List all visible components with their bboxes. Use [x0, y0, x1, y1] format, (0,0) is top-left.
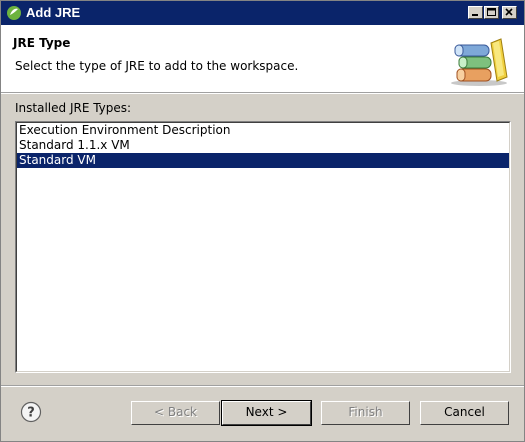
next-button[interactable]: Next >: [221, 400, 312, 426]
header-separator: [1, 93, 524, 94]
maximize-button[interactable]: [484, 6, 499, 19]
minimize-button[interactable]: [468, 6, 483, 19]
svg-text:?: ?: [27, 406, 35, 421]
title-bar[interactable]: Add JRE: [1, 1, 524, 25]
list-item-execution-environment[interactable]: Execution Environment Description: [17, 123, 509, 138]
add-jre-dialog: Add JRE JRE Type Select the type of JRE …: [0, 0, 525, 442]
close-window-button[interactable]: [502, 6, 517, 19]
cancel-button[interactable]: Cancel: [420, 401, 509, 425]
eclipse-icon: [7, 6, 21, 20]
help-icon[interactable]: ?: [20, 401, 42, 423]
maximize-icon: [487, 8, 496, 16]
jre-types-list[interactable]: Execution Environment Description Standa…: [15, 121, 511, 373]
installed-jre-types-label: Installed JRE Types:: [15, 101, 132, 115]
wizard-header: JRE Type Select the type of JRE to add t…: [1, 25, 524, 93]
library-books-icon: [451, 38, 508, 86]
finish-button[interactable]: Finish: [321, 401, 410, 425]
page-description: Select the type of JRE to add to the wor…: [15, 59, 299, 73]
minimize-icon: [472, 14, 478, 16]
close-icon: [505, 8, 513, 16]
window-title: Add JRE: [26, 5, 81, 20]
back-button[interactable]: < Back: [131, 401, 220, 425]
button-bar-separator: [1, 385, 524, 387]
page-title: JRE Type: [13, 36, 71, 50]
list-item-standard-11x-vm[interactable]: Standard 1.1.x VM: [17, 138, 509, 153]
list-item-standard-vm[interactable]: Standard VM: [17, 153, 509, 168]
